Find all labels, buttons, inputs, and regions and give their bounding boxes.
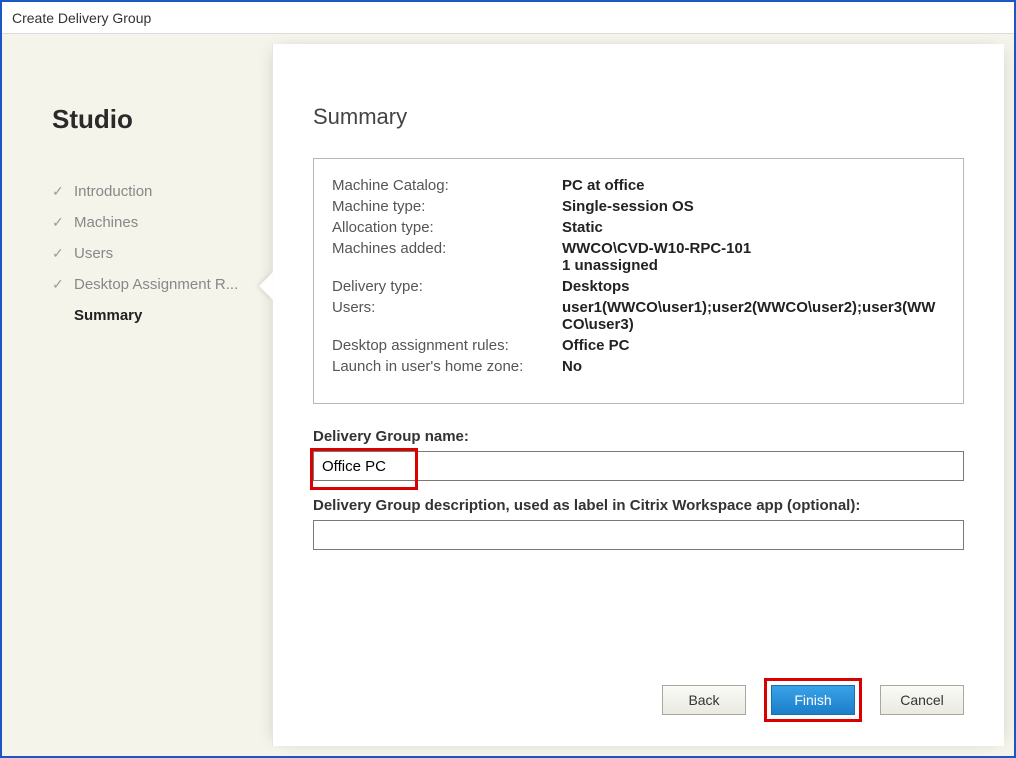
- main-panel: Summary Machine Catalog:PC at office Mac…: [272, 44, 1004, 746]
- summary-label: Machine Catalog:: [332, 177, 562, 194]
- sidebar: Studio ✓ Introduction ✓ Machines ✓ Users…: [12, 44, 272, 746]
- nav-item-desktop-assignment[interactable]: ✓ Desktop Assignment R...: [52, 276, 252, 293]
- summary-row: Desktop assignment rules:Office PC: [332, 337, 945, 354]
- summary-row: Machine Catalog:PC at office: [332, 177, 945, 194]
- summary-label: Allocation type:: [332, 219, 562, 236]
- titlebar: Create Delivery Group: [2, 2, 1014, 34]
- summary-row: Machines added:WWCO\CVD-W10-RPC-101 1 un…: [332, 240, 945, 274]
- summary-row: Machine type:Single-session OS: [332, 198, 945, 215]
- delivery-group-desc-input[interactable]: [313, 520, 964, 550]
- finish-highlight: Finish: [764, 678, 862, 722]
- nav-label: Machines: [74, 214, 138, 231]
- button-row: Back Finish Cancel: [662, 678, 964, 722]
- summary-value: Office PC: [562, 337, 945, 354]
- page-heading: Summary: [313, 104, 964, 130]
- summary-label: Delivery type:: [332, 278, 562, 295]
- summary-value: user1(WWCO\user1);user2(WWCO\user2);user…: [562, 299, 945, 333]
- summary-label: Machine type:: [332, 198, 562, 215]
- nav-label: Summary: [74, 307, 142, 324]
- window-title: Create Delivery Group: [12, 10, 151, 26]
- check-icon: ✓: [52, 276, 66, 293]
- summary-value: WWCO\CVD-W10-RPC-101 1 unassigned: [562, 240, 945, 274]
- check-icon: ✓: [52, 183, 66, 200]
- summary-row: Launch in user's home zone:No: [332, 358, 945, 375]
- summary-value: Desktops: [562, 278, 945, 295]
- delivery-group-desc-label: Delivery Group description, used as labe…: [313, 497, 964, 514]
- nav-item-introduction[interactable]: ✓ Introduction: [52, 183, 252, 200]
- check-icon: ✓: [52, 245, 66, 262]
- delivery-group-name-input[interactable]: [313, 451, 964, 481]
- nav-label: Users: [74, 245, 113, 262]
- brand-logo: Studio: [52, 104, 252, 135]
- summary-label: Machines added:: [332, 240, 562, 257]
- summary-label: Launch in user's home zone:: [332, 358, 562, 375]
- summary-label: Users:: [332, 299, 562, 316]
- nav-item-summary[interactable]: Summary: [52, 307, 252, 324]
- delivery-group-name-label: Delivery Group name:: [313, 428, 964, 445]
- nav-label: Desktop Assignment R...: [74, 276, 238, 293]
- dialog-body: Studio ✓ Introduction ✓ Machines ✓ Users…: [2, 34, 1014, 756]
- summary-row: Users:user1(WWCO\user1);user2(WWCO\user2…: [332, 299, 945, 333]
- summary-label: Desktop assignment rules:: [332, 337, 562, 354]
- nav-item-machines[interactable]: ✓ Machines: [52, 214, 252, 231]
- summary-value: PC at office: [562, 177, 945, 194]
- back-button[interactable]: Back: [662, 685, 746, 715]
- dialog-window: Create Delivery Group Studio ✓ Introduct…: [0, 0, 1016, 758]
- summary-value: Static: [562, 219, 945, 236]
- summary-row: Delivery type:Desktops: [332, 278, 945, 295]
- nav-label: Introduction: [74, 183, 152, 200]
- summary-row: Allocation type:Static: [332, 219, 945, 236]
- summary-value: Single-session OS: [562, 198, 945, 215]
- summary-value: No: [562, 358, 945, 375]
- finish-button[interactable]: Finish: [771, 685, 855, 715]
- nav-item-users[interactable]: ✓ Users: [52, 245, 252, 262]
- cancel-button[interactable]: Cancel: [880, 685, 964, 715]
- check-icon: ✓: [52, 214, 66, 231]
- summary-box: Machine Catalog:PC at office Machine typ…: [313, 158, 964, 404]
